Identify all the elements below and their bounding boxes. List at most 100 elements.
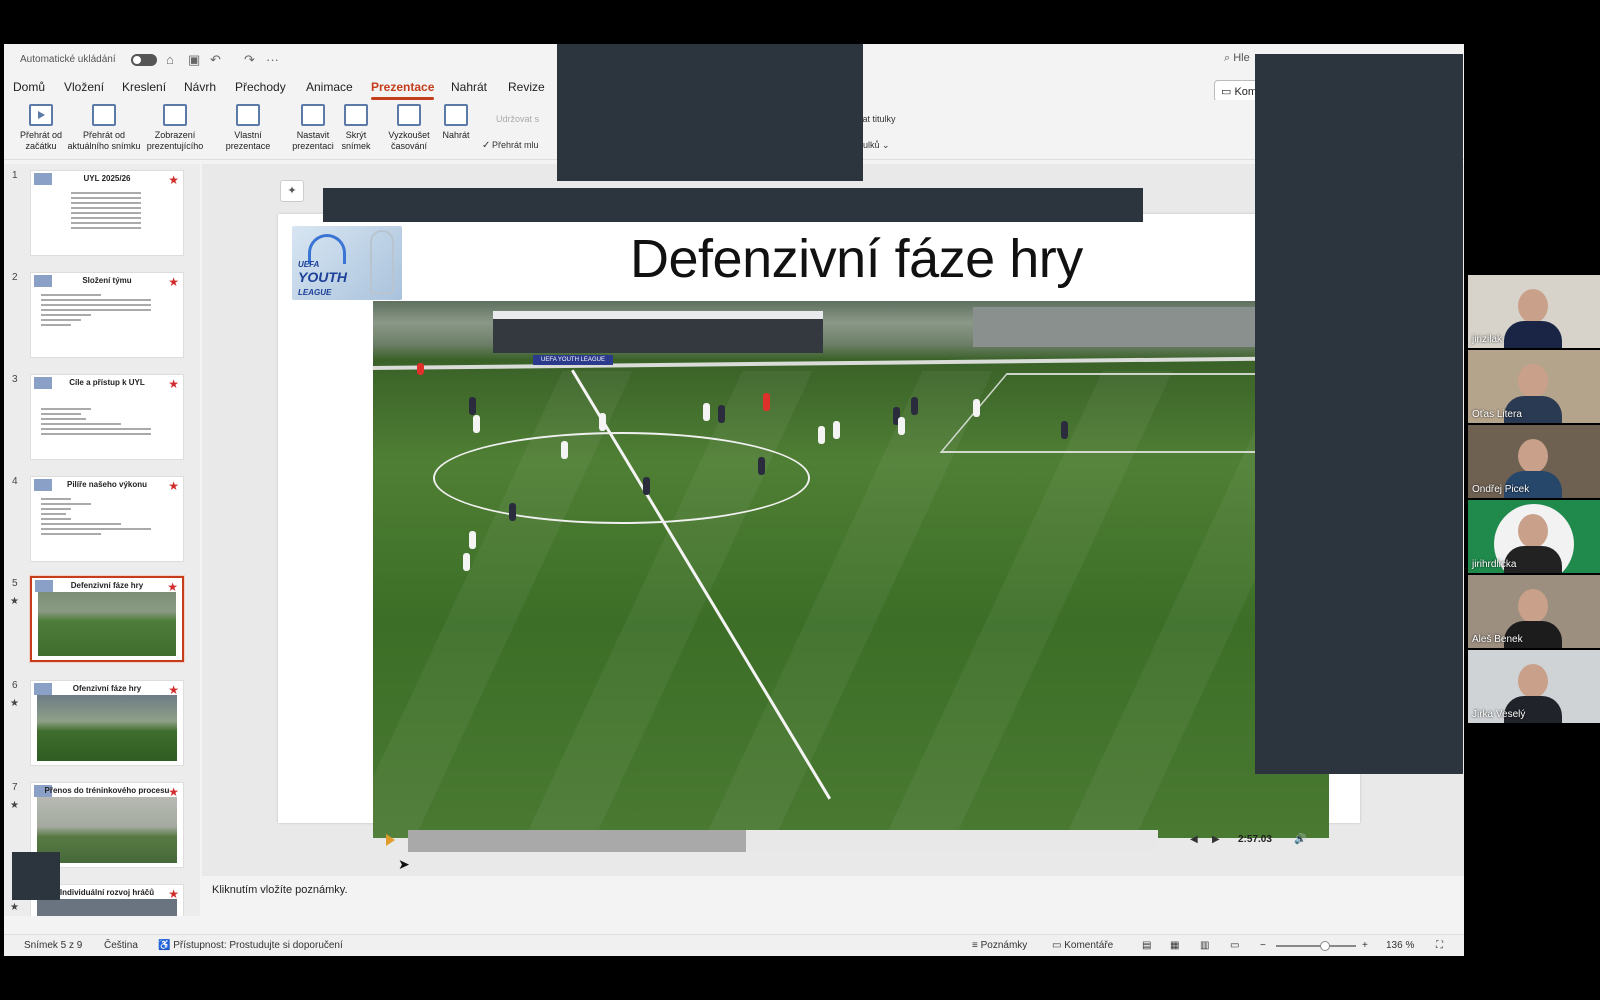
checkmark-icon: ✓ xyxy=(482,140,491,151)
fit-to-window-icon[interactable]: ⛶ xyxy=(1436,940,1443,951)
tab-nahrat[interactable]: Nahrát xyxy=(451,80,487,94)
keep-updated-option[interactable]: Udržovat s xyxy=(496,114,539,124)
notes-toggle[interactable]: ≡ Poznámky xyxy=(972,940,1027,951)
accessibility-status[interactable]: ♿ Přístupnost: Prostudujte si doporučení xyxy=(158,940,343,951)
slideshow-view-icon[interactable]: ▭ xyxy=(1230,940,1239,951)
slide-thumbnail[interactable]: ★ UYL 2025/26 xyxy=(30,170,184,256)
participant-video xyxy=(1518,664,1548,698)
slide-counter: Snímek 5 z 9 xyxy=(24,940,83,951)
tab-kresleni[interactable]: Kreslení xyxy=(122,80,166,94)
play-from-start-line2: začátku xyxy=(25,141,57,151)
zoom-level[interactable]: 136 % xyxy=(1386,940,1414,951)
thumb-number: 1 xyxy=(12,170,18,181)
animation-star-icon: ★ xyxy=(10,698,19,709)
comments-button-label: Kom xyxy=(1234,86,1258,98)
tab-vlozeni[interactable]: Vložení xyxy=(64,80,104,94)
tab-animace[interactable]: Animace xyxy=(306,80,353,94)
volume-icon[interactable]: 🔊 xyxy=(1294,834,1306,845)
more-icon[interactable]: ··· xyxy=(266,52,279,67)
rehearse-timings-button[interactable]: Vyzkoušet časování xyxy=(386,104,432,152)
slide-thumbnail-selected[interactable]: ★ Defenzivní fáze hry xyxy=(30,576,184,662)
participant-tile[interactable]: Ondřej Picek xyxy=(1468,425,1600,498)
pitch-banner: UEFA YOUTH LEAGUE xyxy=(533,355,613,365)
slide-thumbnail[interactable]: ★ Cíle a přístup k UYL xyxy=(30,374,184,460)
tab-domu[interactable]: Domů xyxy=(13,80,45,94)
slide-thumbnail[interactable]: ★ Ofenzivní fáze hry xyxy=(30,680,184,766)
video-progress-track[interactable] xyxy=(408,830,1158,852)
animation-star-icon: ★ xyxy=(10,902,19,913)
participant-name: Jirka Veselý xyxy=(1472,709,1526,720)
current-slide-icon xyxy=(92,104,116,126)
presenter-view-line1: Zobrazení xyxy=(154,130,196,140)
undo-icon[interactable]: ↶ xyxy=(210,52,221,68)
normal-view-icon[interactable]: ▤ xyxy=(1142,940,1151,951)
pitch-fence xyxy=(373,355,1329,371)
slide-title[interactable]: Defenzivní fáze hry xyxy=(630,228,1083,290)
video-thumbnail xyxy=(37,899,177,916)
save-icon[interactable]: ▣ xyxy=(188,52,200,68)
animation-star-icon: ★ xyxy=(10,800,19,811)
redo-icon[interactable]: ↷ xyxy=(244,52,255,68)
play-icon[interactable] xyxy=(386,834,395,846)
skip-forward-icon[interactable]: ▶ xyxy=(1212,834,1220,845)
setup-show-button[interactable]: Nastavit prezentaci xyxy=(288,104,338,152)
participant-tile[interactable]: Oťas Litera xyxy=(1468,350,1600,423)
rehearse-line1: Vyzkoušet xyxy=(388,130,430,140)
custom-show-line1: Vlastní xyxy=(234,130,262,140)
reading-view-icon[interactable]: ▥ xyxy=(1200,940,1209,951)
search-icon: ⌕ xyxy=(1224,52,1234,64)
custom-show-button[interactable]: Vlastní prezentace xyxy=(220,104,276,152)
hide-slide-line2: snímek xyxy=(341,141,371,151)
hide-slide-icon xyxy=(344,104,368,126)
presenter-view-button[interactable]: Zobrazení prezentujícího xyxy=(142,104,208,152)
play-from-current-button[interactable]: Přehrát od aktuálního snímku xyxy=(62,104,146,152)
participant-name: jirihrdlicka xyxy=(1472,559,1517,570)
zoom-out-icon[interactable]: − xyxy=(1260,940,1266,951)
play-narrations-checkbox[interactable]: ✓ Přehrát mlu xyxy=(482,140,539,151)
participant-tile[interactable]: jirizilak xyxy=(1468,275,1600,348)
slide-thumbnail[interactable]: ★ Složení týmu xyxy=(30,272,184,358)
animation-star-icon: ★ xyxy=(10,596,19,607)
participant-tile[interactable]: Aleš Benek xyxy=(1468,575,1600,648)
tab-revize[interactable]: Revize xyxy=(508,80,545,94)
embedded-video[interactable]: UEFA YOUTH LEAGUE xyxy=(373,301,1329,838)
thumb-title: Cíle a přístup k UYL xyxy=(69,378,145,387)
slide-sorter-icon[interactable]: ▦ xyxy=(1170,940,1179,951)
participant-tile[interactable]: Jirka Veselý xyxy=(1468,650,1600,723)
zoom-slider[interactable] xyxy=(1276,945,1356,947)
designer-icon[interactable]: ✦ xyxy=(280,180,304,202)
tab-navrh[interactable]: Návrh xyxy=(184,80,216,94)
participant-name: Aleš Benek xyxy=(1472,634,1523,645)
thumb-number: 5 xyxy=(12,578,18,589)
home-icon[interactable]: ⌂ xyxy=(166,52,174,67)
slide-thumbnail[interactable]: ★ Pilíře našeho výkonu xyxy=(30,476,184,562)
participant-video xyxy=(1518,364,1548,398)
tab-prechody[interactable]: Přechody xyxy=(235,80,286,94)
language-indicator[interactable]: Čeština xyxy=(104,940,138,951)
redacted-region xyxy=(323,188,1143,222)
tab-prezentace[interactable]: Prezentace xyxy=(371,80,435,100)
thumb-title: Přenos do tréninkového procesu xyxy=(44,786,170,795)
accessibility-icon: ♿ xyxy=(158,940,174,951)
play-from-current-line2: aktuálního snímku xyxy=(67,141,141,151)
search-hint-text: Hle xyxy=(1233,52,1250,64)
participant-tile[interactable]: jirihrdlicka xyxy=(1468,500,1600,573)
thumb-title: Defenzivní fáze hry xyxy=(70,581,144,590)
notes-placeholder[interactable]: Kliknutím vložíte poznámky. xyxy=(212,884,348,896)
logo-text-youth: YOUTH xyxy=(298,269,347,285)
record-button[interactable]: Nahrát xyxy=(436,104,476,141)
thumb-number: 6 xyxy=(12,680,18,691)
thumb-number: 2 xyxy=(12,272,18,283)
zoom-slider-knob[interactable] xyxy=(1320,941,1330,951)
search-box[interactable]: ⌕ Hle xyxy=(1224,52,1250,65)
skip-back-icon[interactable]: ◀ xyxy=(1190,834,1198,845)
comments-toggle[interactable]: ▭ Komentáře xyxy=(1052,940,1113,951)
autosave-toggle[interactable] xyxy=(131,54,157,66)
video-progress-fill xyxy=(408,830,746,852)
zoom-in-icon[interactable]: + xyxy=(1362,940,1368,951)
grandstand xyxy=(493,311,823,353)
notes-label: Poznámky xyxy=(980,940,1028,951)
participant-name: Oťas Litera xyxy=(1472,409,1522,420)
hide-slide-button[interactable]: Skrýt snímek xyxy=(338,104,374,152)
uefa-youth-league-logo: UEFA YOUTH LEAGUE xyxy=(292,226,402,300)
